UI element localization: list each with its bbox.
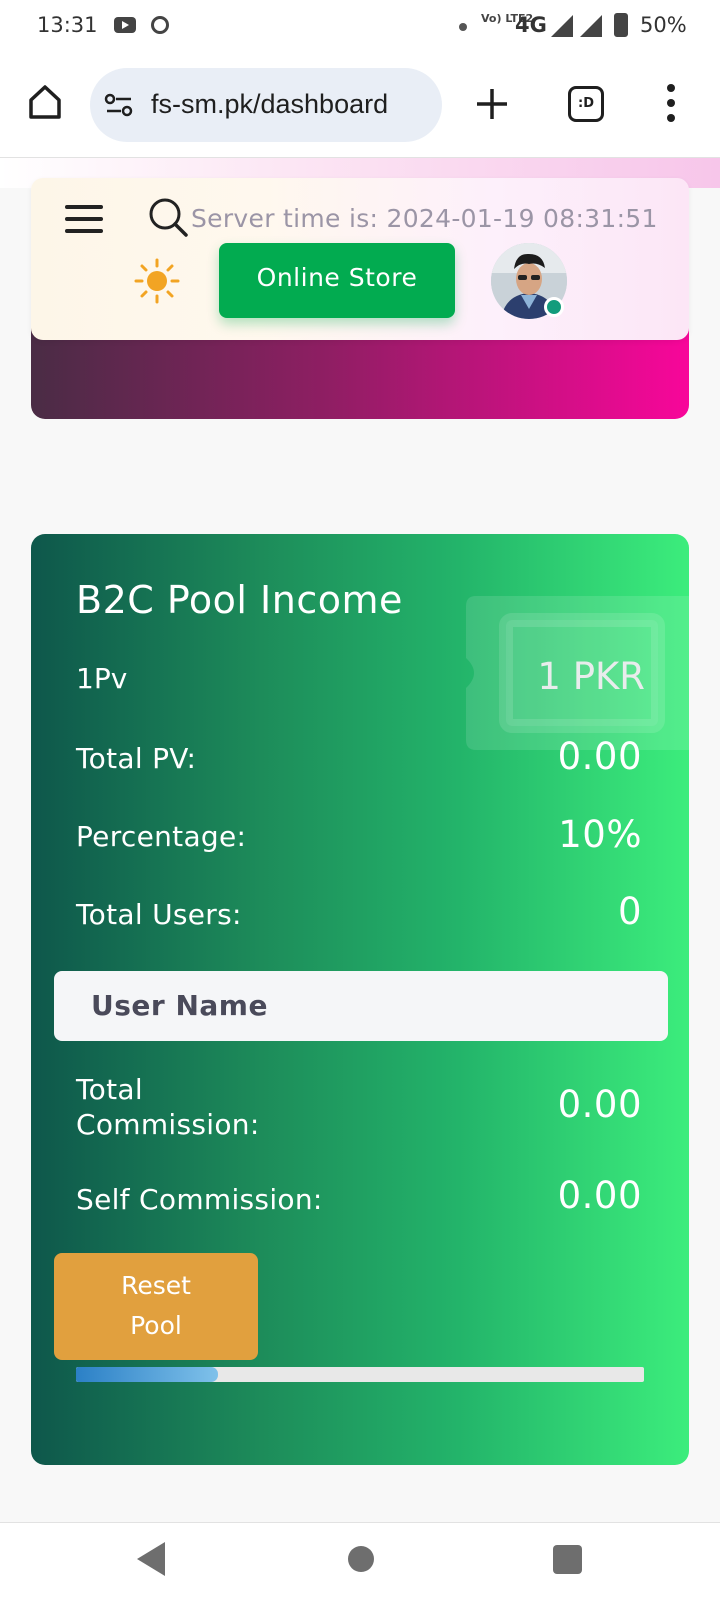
pool-progress-fill: [76, 1367, 218, 1382]
total-pv-label: Total PV:: [76, 742, 197, 775]
signal-icon-2: [580, 15, 602, 37]
more-menu-icon[interactable]: [666, 84, 676, 126]
pool-progress-bar: [76, 1367, 644, 1382]
url-text[interactable]: fs-sm.pk/dashboard: [151, 89, 388, 120]
pv-value: 1 PKR: [537, 655, 645, 698]
battery-icon: [614, 13, 628, 37]
total-pv-value: 0.00: [557, 735, 642, 778]
notification-dot-icon: [459, 23, 467, 31]
hamburger-menu-icon[interactable]: [65, 205, 103, 233]
signal-icon: [551, 15, 573, 37]
alarm-icon: [151, 16, 169, 34]
total-commission-label-line1: Total: [76, 1073, 143, 1106]
network-type: 4G: [515, 13, 547, 37]
reset-pool-button[interactable]: Reset Pool: [54, 1253, 258, 1360]
total-users-value: 0: [617, 890, 642, 933]
browser-toolbar: fs-sm.pk/dashboard :D: [0, 54, 720, 158]
youtube-icon: [114, 17, 136, 33]
status-time: 13:31: [37, 13, 98, 37]
tab-switcher-icon[interactable]: :D: [568, 86, 604, 122]
battery-percent: 50%: [640, 13, 687, 37]
reset-pool-label-line1: Reset: [121, 1271, 191, 1300]
recents-icon[interactable]: [553, 1545, 582, 1574]
home-icon[interactable]: [28, 84, 62, 120]
sun-icon[interactable]: [134, 258, 180, 304]
total-users-label: Total Users:: [76, 898, 242, 931]
new-tab-icon[interactable]: [474, 86, 510, 122]
user-name-label: User Name: [91, 989, 268, 1022]
self-commission-value: 0.00: [557, 1174, 642, 1217]
back-icon[interactable]: [137, 1542, 165, 1576]
status-bar: 13:31 Vo) LTE2 4G 50%: [0, 0, 720, 54]
server-time: Server time is: 2024-01-19 08:31:51: [191, 204, 658, 233]
reset-pool-label-line2: Pool: [130, 1311, 182, 1340]
percentage-value: 10%: [558, 813, 642, 856]
total-commission-label-line2: Commission:: [76, 1108, 260, 1141]
site-settings-icon[interactable]: [104, 92, 134, 118]
total-commission-value: 0.00: [557, 1083, 642, 1126]
pv-label: 1Pv: [76, 662, 128, 695]
home-button-icon[interactable]: [348, 1546, 374, 1572]
search-icon[interactable]: [148, 197, 188, 237]
online-store-button[interactable]: Online Store: [219, 243, 455, 318]
pool-title: B2C Pool Income: [76, 578, 403, 622]
online-status-dot: [544, 297, 564, 317]
self-commission-label: Self Commission:: [76, 1183, 323, 1216]
percentage-label: Percentage:: [76, 820, 247, 853]
